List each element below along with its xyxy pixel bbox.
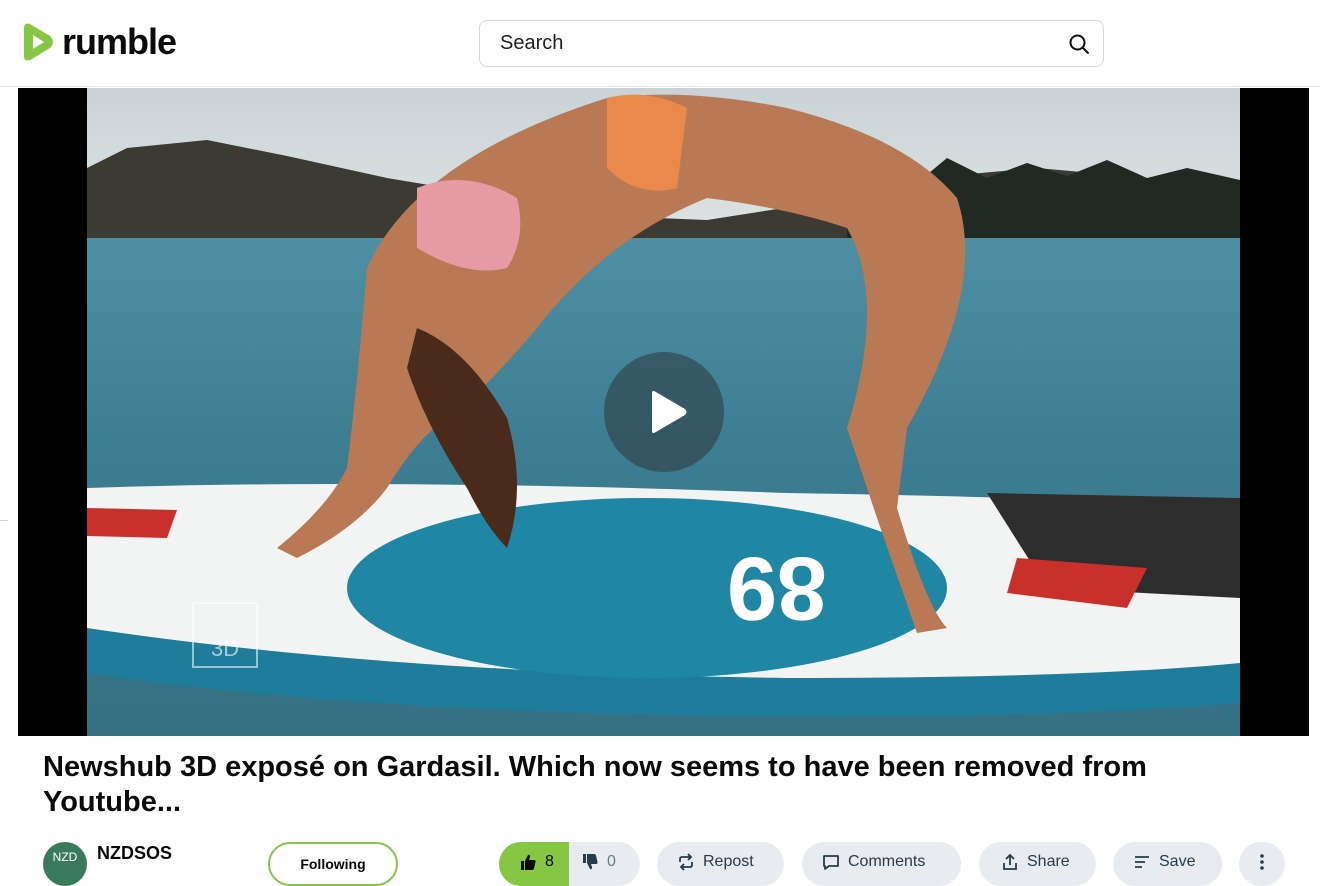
like-count: 8 (545, 853, 554, 870)
following-button[interactable]: Following (268, 842, 398, 886)
video-title: Newshub 3D exposé on Gardasil. Which now… (43, 751, 1147, 818)
save-icon (1135, 856, 1149, 868)
search-icon[interactable] (1067, 32, 1091, 56)
avatar-text: NZD (52, 850, 78, 864)
save-button[interactable]: Save (1113, 842, 1222, 886)
dislike-count: 0 (607, 853, 616, 870)
watermark-3d-text: 3D (211, 636, 239, 661)
repost-button[interactable]: Repost (657, 842, 784, 886)
search-input[interactable] (480, 21, 1103, 66)
share-button[interactable]: Share (979, 842, 1096, 886)
vote-buttons: 8 0 (499, 842, 640, 886)
repost-label: Repost (703, 853, 754, 870)
thumbs-up-icon (521, 854, 536, 870)
top-header: rumble (0, 0, 1320, 87)
comments-label: Comments (848, 853, 926, 870)
rumble-play-logo-icon (24, 23, 53, 61)
save-label: Save (1159, 853, 1196, 870)
repost-icon (679, 853, 693, 871)
more-options-button[interactable] (1239, 842, 1285, 886)
board-number-text: 89 (727, 538, 827, 638)
comments-button[interactable]: Comments (802, 842, 961, 886)
page-edge-divider (0, 520, 8, 615)
search-bar (479, 20, 1104, 67)
comment-icon (823, 855, 839, 870)
more-vertical-icon (1260, 854, 1264, 870)
rumble-logo[interactable]: rumble (18, 21, 177, 62)
brand-name: rumble (62, 21, 177, 62)
video-player[interactable]: 89 3D (18, 88, 1309, 736)
channel-avatar[interactable]: NZD (43, 842, 87, 886)
play-button[interactable] (604, 352, 724, 472)
channel-name[interactable]: NZDSOS (97, 843, 172, 864)
share-icon (1003, 853, 1017, 870)
thumbs-down-icon (583, 854, 598, 870)
share-label: Share (1027, 853, 1070, 870)
play-icon (652, 391, 687, 433)
dislike-button[interactable]: 0 (569, 842, 640, 886)
like-button[interactable]: 8 (499, 842, 569, 886)
